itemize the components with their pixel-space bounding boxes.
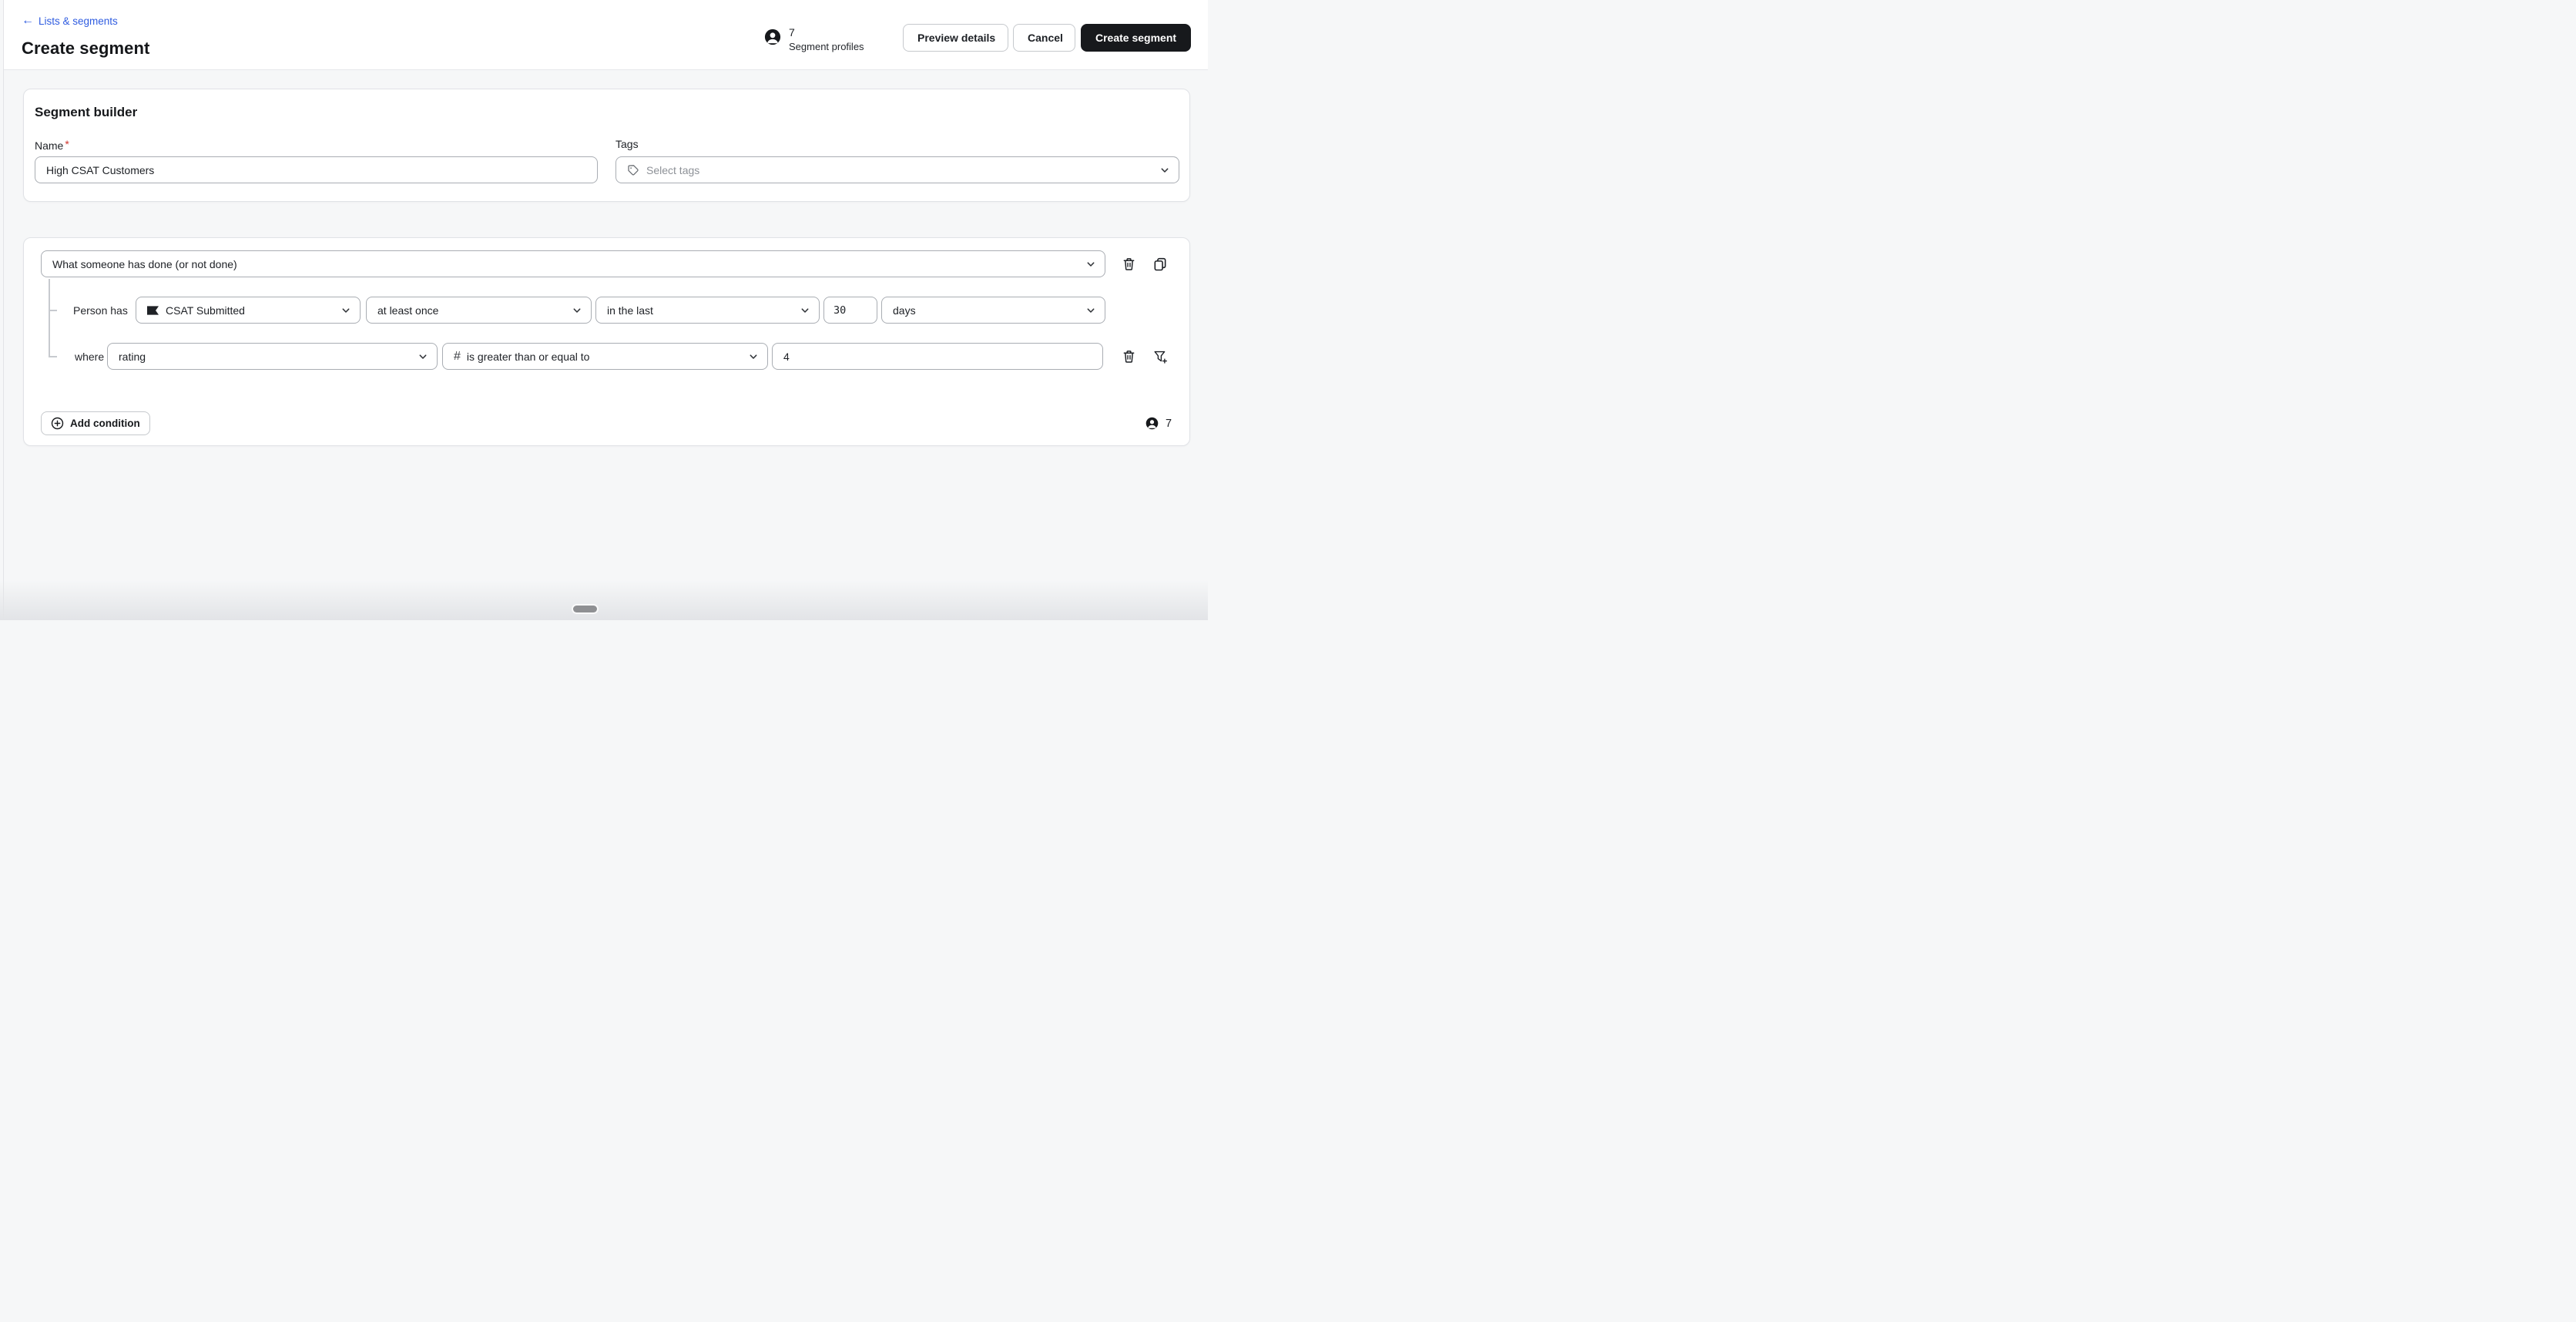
- add-condition-label: Add condition: [70, 418, 140, 429]
- chevron-down-icon: [341, 306, 351, 315]
- condition-type-select[interactable]: What someone has done (or not done): [41, 250, 1105, 277]
- page-title: Create segment: [22, 39, 150, 58]
- timeframe-unit-value: days: [893, 304, 916, 317]
- page-header: ← Lists & segments Create segment 7 Segm…: [4, 0, 1208, 70]
- condition-profile-count: 7: [1145, 417, 1172, 430]
- hash-icon: #: [454, 349, 461, 363]
- metric-select[interactable]: CSAT Submitted: [136, 297, 361, 324]
- profile-circle-icon: [1145, 417, 1159, 430]
- condition-connector-line: [49, 279, 50, 357]
- chevron-down-icon: [418, 352, 428, 361]
- delete-filter-button[interactable]: [1120, 348, 1137, 365]
- chevron-down-icon: [800, 306, 810, 315]
- condition-connector-stub: [49, 356, 57, 357]
- metric-flag-icon: [147, 306, 159, 315]
- tag-icon: [627, 164, 639, 176]
- back-link-label: Lists & segments: [39, 15, 118, 27]
- person-has-label: Person has: [73, 304, 128, 317]
- property-value: rating: [119, 350, 146, 363]
- profile-count-label: Segment profiles: [789, 41, 864, 52]
- create-segment-button[interactable]: Create segment: [1081, 24, 1191, 52]
- back-link[interactable]: ← Lists & segments: [22, 15, 118, 27]
- tags-placeholder: Select tags: [646, 163, 700, 176]
- cancel-button[interactable]: Cancel: [1013, 24, 1075, 52]
- property-select[interactable]: rating: [107, 343, 438, 370]
- tags-select[interactable]: Select tags: [615, 156, 1179, 183]
- segment-builder-card: Segment builder Name* Tags Select tags: [23, 89, 1190, 202]
- bottom-shadow: [0, 580, 1208, 620]
- segment-profiles-summary: 7 Segment profiles: [764, 25, 864, 55]
- back-arrow-icon: ←: [22, 14, 34, 27]
- add-filter-button[interactable]: [1152, 348, 1169, 365]
- preview-details-button[interactable]: Preview details: [903, 24, 1008, 52]
- plus-circle-icon: [51, 417, 64, 430]
- trash-icon: [1122, 350, 1135, 364]
- duplicate-condition-button[interactable]: [1152, 256, 1169, 273]
- operator-select[interactable]: # is greater than or equal to: [442, 343, 768, 370]
- drag-handle[interactable]: [573, 606, 597, 612]
- funnel-plus-icon: [1153, 350, 1168, 364]
- condition-profile-count-value: 7: [1166, 417, 1172, 430]
- segment-builder-title: Segment builder: [35, 105, 138, 119]
- profile-count: 7: [789, 26, 795, 39]
- chevron-down-icon: [1160, 166, 1169, 175]
- copy-icon: [1153, 257, 1167, 271]
- condition-card: What someone has done (or not done) Pers…: [23, 237, 1190, 446]
- chevron-down-icon: [1086, 260, 1095, 269]
- chevron-down-icon: [749, 352, 758, 361]
- window-edge-line: [3, 0, 4, 620]
- condition-connector-stub: [49, 310, 57, 311]
- trash-icon: [1122, 257, 1135, 271]
- delete-condition-button[interactable]: [1120, 256, 1137, 273]
- condition-type-value: What someone has done (or not done): [52, 257, 237, 270]
- tags-label: Tags: [615, 138, 639, 150]
- timeframe-select[interactable]: in the last: [595, 297, 820, 324]
- chevron-down-icon: [1086, 306, 1095, 315]
- frequency-value: at least once: [377, 304, 439, 317]
- operator-value: is greater than or equal to: [466, 350, 590, 363]
- where-label: where: [75, 351, 105, 363]
- comparison-value-input[interactable]: [772, 343, 1103, 370]
- timeframe-number-input[interactable]: [823, 297, 877, 324]
- segment-name-input[interactable]: [35, 156, 598, 183]
- frequency-select[interactable]: at least once: [366, 297, 592, 324]
- timeframe-value: in the last: [607, 304, 653, 317]
- add-condition-button[interactable]: Add condition: [41, 411, 150, 435]
- profile-circle-icon: [764, 29, 781, 55]
- chevron-down-icon: [572, 306, 582, 315]
- required-asterisk: *: [65, 138, 69, 150]
- name-label: Name *: [35, 138, 69, 152]
- metric-value: CSAT Submitted: [166, 304, 245, 317]
- timeframe-unit-select[interactable]: days: [881, 297, 1105, 324]
